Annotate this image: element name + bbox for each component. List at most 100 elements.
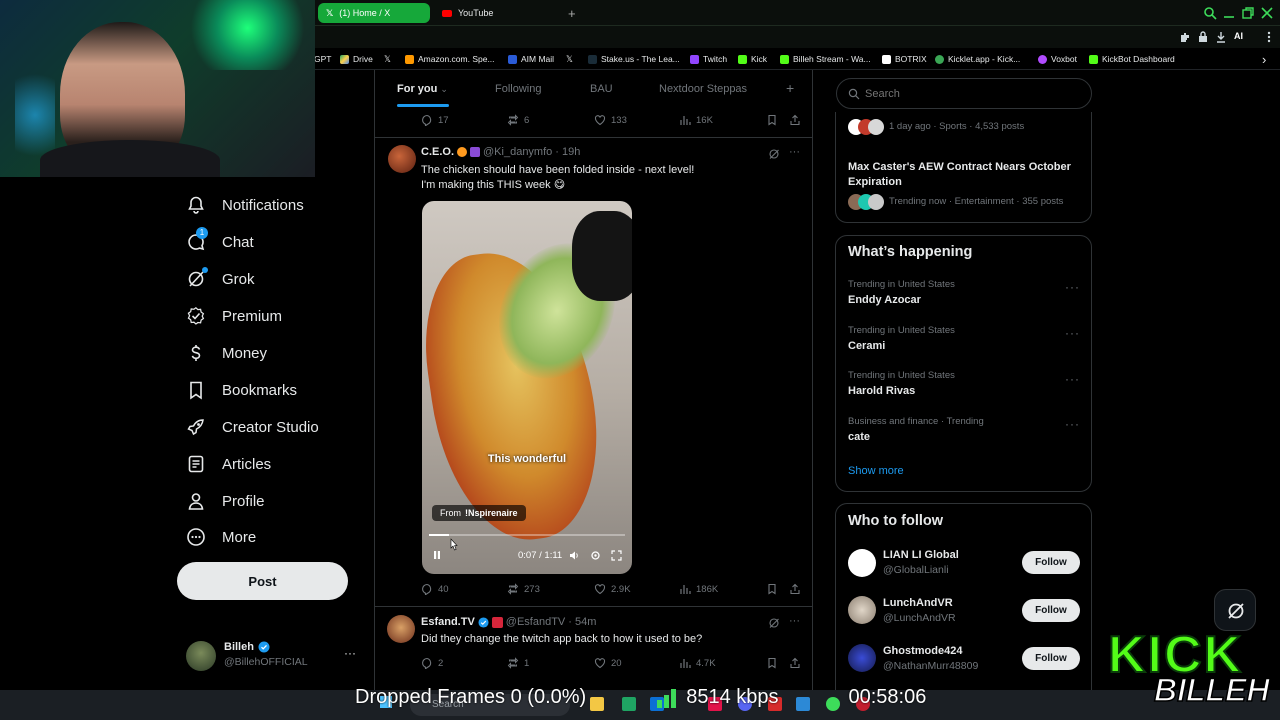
trend-more-button[interactable]: ··· — [1065, 417, 1080, 431]
grok-icon[interactable] — [768, 617, 780, 629]
new-tab-button[interactable]: + — [560, 3, 578, 23]
tab-nextdoor-steppas[interactable]: Nextdoor Steppas — [659, 83, 747, 95]
tab-home-x[interactable]: 𝕏 (1) Home / X — [318, 3, 430, 23]
bookmark-icon[interactable] — [766, 114, 778, 126]
trend-more-button[interactable]: ··· — [1065, 372, 1080, 386]
reply-button[interactable]: 2 — [421, 657, 443, 669]
download-icon[interactable] — [1214, 30, 1228, 44]
author-name[interactable]: C.E.O. — [421, 146, 454, 158]
share-icon[interactable] — [789, 114, 801, 126]
nav-articles[interactable]: Articles — [186, 450, 271, 478]
lock-icon[interactable] — [1196, 30, 1210, 44]
tab-bau[interactable]: BAU — [590, 83, 613, 95]
post-more-button[interactable]: ··· — [789, 146, 800, 158]
views-button[interactable]: 4.7K — [679, 657, 716, 669]
restore-icon[interactable] — [1241, 6, 1255, 20]
account-more-button[interactable]: ··· — [344, 646, 356, 660]
video-player[interactable]: This wonderful From !Nspirenaire 0:07 / … — [422, 201, 632, 574]
bookmark-billeh-stream[interactable]: Billeh Stream - Wa... — [780, 52, 871, 66]
grok-icon[interactable] — [768, 148, 780, 160]
repost-button[interactable]: 1 — [507, 657, 529, 669]
video-progress-track[interactable] — [429, 534, 625, 536]
follow-button[interactable]: Follow — [1022, 551, 1080, 574]
bookmark-kick[interactable]: Kick — [738, 52, 767, 66]
show-more-link[interactable]: Show more — [848, 465, 904, 477]
bookmarks-more-button[interactable]: › — [1262, 52, 1266, 67]
bookmark-botrix[interactable]: BOTRIX — [882, 52, 927, 66]
avatar[interactable] — [387, 615, 415, 643]
extensions-icon[interactable] — [1178, 30, 1192, 44]
bookmark-icon[interactable] — [766, 657, 778, 669]
bookmark-gpt[interactable]: GPT — [314, 52, 331, 66]
suggestion-name[interactable]: LIAN LI Global — [883, 549, 959, 561]
share-icon[interactable] — [789, 657, 801, 669]
author-handle[interactable]: @EsfandTV — [506, 616, 565, 628]
post-more-button[interactable]: ··· — [789, 615, 800, 627]
close-icon[interactable] — [1260, 6, 1274, 20]
trend-more-button[interactable]: ··· — [1065, 280, 1080, 294]
grok-floating-button[interactable] — [1214, 589, 1256, 631]
bookmark-x-2[interactable]: 𝕏 — [566, 52, 573, 66]
repost-button[interactable]: 273 — [507, 583, 540, 595]
bookmark-x[interactable]: 𝕏 — [384, 52, 391, 66]
nav-money[interactable]: Money — [186, 339, 267, 367]
like-button[interactable]: 2.9K — [594, 583, 631, 595]
ai-button[interactable]: AI — [1234, 31, 1243, 41]
tab-for-you[interactable]: For you ⌄ — [397, 83, 448, 95]
avatar[interactable] — [848, 644, 876, 672]
minimize-icon[interactable] — [1222, 6, 1236, 20]
search-icon[interactable] — [1203, 6, 1217, 20]
repost-button[interactable]: 6 — [507, 114, 529, 126]
bookmark-voxbot[interactable]: Voxbot — [1038, 52, 1077, 66]
search-box[interactable] — [836, 78, 1092, 109]
nav-chat[interactable]: 1 Chat — [186, 227, 254, 256]
bookmark-twitch[interactable]: Twitch — [690, 52, 727, 66]
search-input[interactable] — [865, 85, 1080, 102]
video-source-chip[interactable]: From !Nspirenaire — [432, 505, 526, 521]
author-handle[interactable]: @Ki_danymfo — [483, 146, 552, 158]
account-switcher[interactable]: Billeh @BillehOFFICIAL ··· — [186, 640, 362, 676]
bookmark-stake[interactable]: Stake.us - The Lea... — [588, 52, 680, 66]
like-button[interactable]: 20 — [594, 657, 622, 669]
bookmark-kickbot[interactable]: KickBot Dashboard — [1089, 52, 1175, 66]
suggestion-name[interactable]: Ghostmode424 — [883, 645, 962, 657]
bookmark-icon[interactable] — [766, 583, 778, 595]
nav-notifications[interactable]: Notifications — [186, 191, 304, 219]
nav-grok[interactable]: Grok — [186, 265, 255, 293]
views-button[interactable]: 16K — [679, 114, 713, 126]
share-icon[interactable] — [789, 583, 801, 595]
menu-icon[interactable] — [1262, 30, 1276, 44]
volume-icon[interactable] — [569, 550, 580, 561]
bookmark-aim-mail[interactable]: AIM Mail — [508, 52, 554, 66]
pause-icon[interactable] — [432, 550, 442, 560]
author-name[interactable]: Esfand.TV — [421, 616, 475, 628]
reply-button[interactable]: 17 — [421, 114, 449, 126]
bookmark-drive[interactable]: Drive — [340, 52, 373, 66]
follow-button[interactable]: Follow — [1022, 599, 1080, 622]
settings-gear-icon[interactable] — [590, 550, 601, 561]
nav-bookmarks[interactable]: Bookmarks — [186, 376, 297, 404]
avatar[interactable] — [848, 596, 876, 624]
avatar[interactable] — [388, 145, 416, 173]
suggestion-name[interactable]: LunchAndVR — [883, 597, 953, 609]
trend-more-button[interactable]: ··· — [1065, 326, 1080, 340]
nav-creator-studio[interactable]: Creator Studio — [186, 413, 319, 441]
fullscreen-icon[interactable] — [611, 550, 622, 561]
avatar[interactable] — [848, 549, 876, 577]
tab-youtube[interactable]: YouTube — [434, 3, 554, 23]
views-button[interactable]: 186K — [679, 583, 718, 595]
reply-button[interactable]: 40 — [421, 583, 449, 595]
bookmark-kicklet[interactable]: Kicklet.app - Kick... — [935, 52, 1020, 66]
follow-button[interactable]: Follow — [1022, 647, 1080, 670]
post-time[interactable]: · 54m — [568, 616, 596, 628]
news-headline[interactable]: Max Caster's AEW Contract Nears October … — [848, 160, 1078, 190]
like-button[interactable]: 133 — [594, 114, 627, 126]
nav-profile[interactable]: Profile — [186, 487, 265, 515]
nav-premium[interactable]: Premium — [186, 302, 282, 330]
bookmark-amazon[interactable]: Amazon.com. Spe... — [405, 52, 495, 66]
post-time[interactable]: · 19h — [555, 146, 580, 158]
tab-following[interactable]: Following — [495, 83, 541, 95]
nav-more[interactable]: More — [186, 523, 256, 551]
post-button[interactable]: Post — [177, 562, 348, 600]
add-tab-button[interactable]: + — [786, 80, 794, 96]
